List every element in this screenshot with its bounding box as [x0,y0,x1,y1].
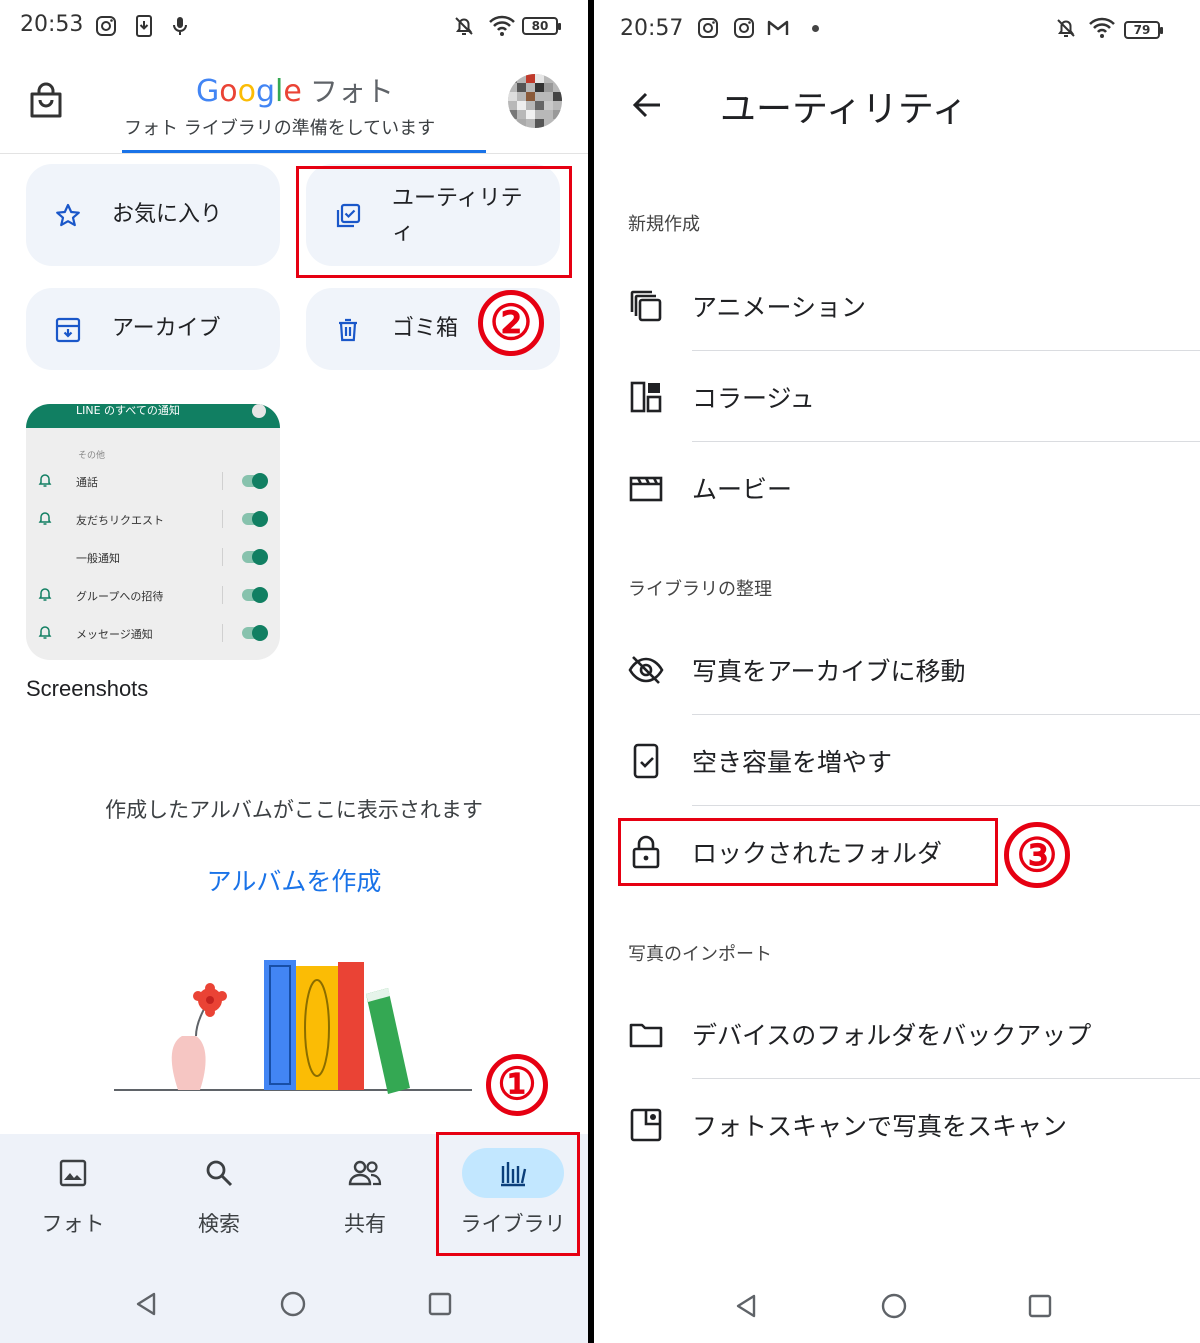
wifi-icon [1089,17,1115,38]
photoscan-icon [630,1108,662,1142]
mute-bell-icon [1057,19,1075,37]
people-icon [348,1160,382,1186]
header-divider [0,153,588,154]
system-home-icon[interactable] [880,1292,908,1320]
utility-free-up-space[interactable]: 空き容量を増やす [594,717,1200,807]
list-item: 友だちリクエスト [26,510,280,530]
toggle-switch [242,549,268,565]
section-organize-library: ライブラリの整理 [628,579,772,600]
system-recents-icon[interactable] [1026,1292,1054,1320]
animation-icon [630,290,662,322]
folder-icon [629,1023,663,1048]
trash-icon [339,318,357,342]
utility-move-to-archive[interactable]: 写真をアーカイブに移動 [594,626,1200,716]
archive-label: アーカイブ [112,316,221,341]
shopping-bag-icon[interactable] [28,82,64,120]
download-icon [136,15,152,37]
list-item: 通話 [26,472,280,492]
preparing-library-text: フォト ライブラリの準備をしています [124,118,436,139]
search-icon [206,1160,233,1187]
system-home-icon[interactable] [279,1290,307,1318]
favorites-label: お気に入り [112,202,223,227]
mute-bell-icon [455,17,473,35]
utility-collage[interactable]: コラージュ [594,353,1200,443]
annotation-box-locked-folder [618,818,998,886]
star-icon [56,203,80,227]
google-photos-logo: Google フォト [196,74,394,109]
list-item: 一般通知 [26,548,280,568]
toggle-switch [242,511,268,527]
status-bar: 20:57 79 [594,0,1200,52]
utility-animation[interactable]: アニメーション [594,262,1200,352]
list-item: グループへの招待 [26,586,280,606]
system-back-icon[interactable] [132,1290,160,1318]
screenshots-album-thumbnail[interactable]: LINE のすべての通知 その他 通話 友だちリクエスト 一般通知 グループへの… [26,404,280,660]
utility-backup-device-folders[interactable]: デバイスのフォルダをバックアップ [594,990,1200,1080]
annotation-step-3: ③ [1004,822,1070,888]
section-create-new: 新規作成 [628,214,700,235]
avatar[interactable] [508,74,562,128]
nav-sharing[interactable]: 共有 [292,1134,438,1260]
microphone-icon [173,17,187,35]
back-arrow-icon[interactable] [630,88,664,122]
status-bar: 20:53 80 [0,0,588,52]
eye-off-icon [628,656,664,684]
status-time: 20:57 [620,16,684,41]
empty-albums-message: 作成したアルバムがここに表示されます [105,798,483,822]
toggle-switch [242,473,268,489]
list-item: メッセージ通知 [26,624,280,644]
favorites-chip[interactable]: お気に入り [26,164,280,266]
instagram-icon [96,16,116,36]
trash-label: ゴミ箱 [392,316,459,341]
bell-icon [38,626,52,639]
toggle-switch [242,587,268,603]
bell-icon [38,588,52,601]
books-illustration [114,960,472,1094]
status-time: 20:53 [20,12,84,37]
archive-icon [55,317,81,343]
nav-search[interactable]: 検索 [146,1134,292,1260]
more-notifications-dot [812,25,819,32]
utility-movie[interactable]: ムービー [594,444,1200,534]
nav-photos[interactable]: フォト [0,1134,146,1260]
create-album-link[interactable]: アルバムを作成 [0,862,588,898]
collage-icon [630,381,662,413]
system-recents-icon[interactable] [426,1290,454,1318]
toggle-switch [242,625,268,641]
battery-indicator: 79 [1124,21,1163,39]
page-title: ユーティリティ [720,89,968,130]
annotation-box-utilities [296,166,572,278]
photo-icon [59,1159,87,1187]
annotation-box-library [436,1132,580,1256]
instagram-icon [734,18,754,38]
utilities-screen: 20:57 79 ユーティリティ 新規作成 アニメーション コラージュ ムービー… [594,0,1200,1343]
section-import-photos: 写真のインポート [628,944,772,965]
bell-icon [38,512,52,525]
photos-library-screen: 20:53 80 Google フォト フォト ライブラリの準備をしています お気… [0,0,588,1343]
archive-chip[interactable]: アーカイブ [26,288,280,370]
album-title[interactable]: Screenshots [26,676,148,702]
app-name: フォト [309,75,394,108]
wifi-icon [489,15,515,36]
annotation-step-2: ② [478,290,544,356]
system-back-icon[interactable] [732,1292,760,1320]
movie-clapper-icon [629,476,663,502]
gmail-icon [767,20,789,35]
phone-check-icon [633,743,659,779]
instagram-icon [698,18,718,38]
battery-indicator: 80 [522,17,561,35]
bell-icon [38,474,52,487]
annotation-step-1: ① [486,1054,548,1116]
utility-photoscan[interactable]: フォトスキャンで写真をスキャン [594,1081,1200,1171]
